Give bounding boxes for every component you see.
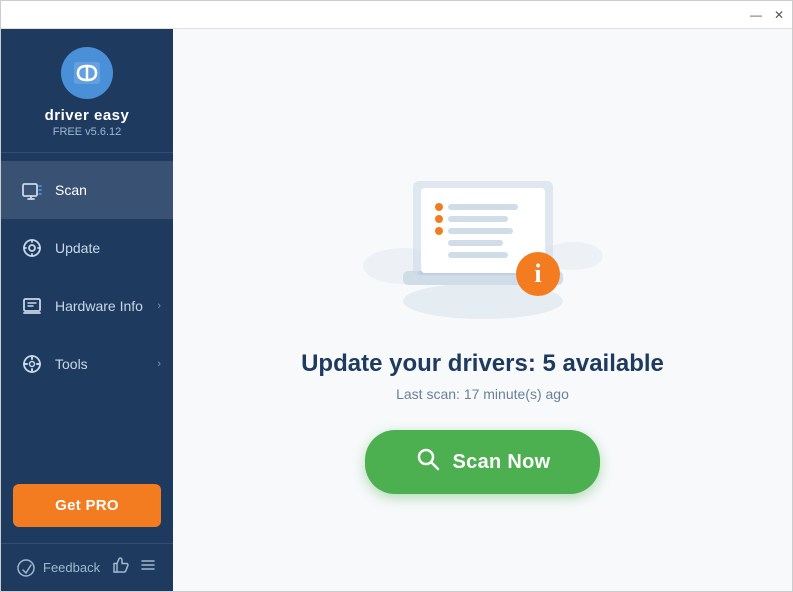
content-area: driver easy FREE v5.6.12 — [1, 29, 792, 591]
sidebar-item-update-label: Update — [55, 240, 100, 256]
sidebar-footer: Feedback — [1, 543, 173, 591]
sidebar-item-tools[interactable]: Tools › — [1, 335, 173, 393]
scan-button-icon — [415, 446, 441, 478]
app-version: FREE v5.6.12 — [53, 126, 121, 138]
sidebar-item-hardware-info-label: Hardware Info — [55, 298, 143, 314]
tools-icon — [21, 353, 43, 375]
feedback-icon — [17, 559, 35, 577]
main-content: i Update your drivers: 5 available Last … — [173, 29, 792, 591]
scan-icon — [21, 179, 43, 201]
app-name: driver easy — [45, 107, 130, 124]
title-bar: — ✕ — [1, 1, 792, 29]
sidebar-logo: driver easy FREE v5.6.12 — [1, 29, 173, 153]
minimize-button[interactable]: — — [750, 9, 762, 21]
close-button[interactable]: ✕ — [774, 9, 784, 21]
update-icon — [21, 237, 43, 259]
app-window: — ✕ driver easy FREE v5.6.12 — [0, 0, 793, 592]
svg-text:i: i — [534, 259, 541, 288]
footer-icons — [111, 556, 157, 579]
list-icon[interactable] — [139, 556, 157, 579]
main-headline: Update your drivers: 5 available — [301, 350, 664, 378]
tools-chevron: › — [157, 358, 161, 370]
sidebar-item-tools-label: Tools — [55, 356, 88, 372]
logo-svg — [70, 56, 104, 90]
sidebar-item-hardware-info[interactable]: Hardware Info › — [1, 277, 173, 335]
scan-now-label: Scan Now — [453, 451, 551, 474]
main-sub-headline: Last scan: 17 minute(s) ago — [396, 386, 569, 402]
nav-items: Scan Update — [1, 153, 173, 474]
laptop-illustration: i — [343, 126, 623, 326]
hardware-info-icon — [21, 295, 43, 317]
hardware-info-chevron: › — [157, 300, 161, 312]
window-controls: — ✕ — [750, 9, 784, 21]
sidebar-item-scan[interactable]: Scan — [1, 161, 173, 219]
sidebar-item-scan-label: Scan — [55, 182, 87, 198]
sidebar: driver easy FREE v5.6.12 — [1, 29, 173, 591]
feedback-link[interactable]: Feedback — [17, 559, 100, 577]
scan-now-button[interactable]: Scan Now — [365, 430, 601, 494]
sidebar-item-update[interactable]: Update — [1, 219, 173, 277]
app-logo-icon — [61, 47, 113, 99]
get-pro-button[interactable]: Get PRO — [13, 484, 161, 527]
thumbs-up-icon[interactable] — [111, 556, 129, 579]
feedback-label: Feedback — [43, 560, 100, 575]
